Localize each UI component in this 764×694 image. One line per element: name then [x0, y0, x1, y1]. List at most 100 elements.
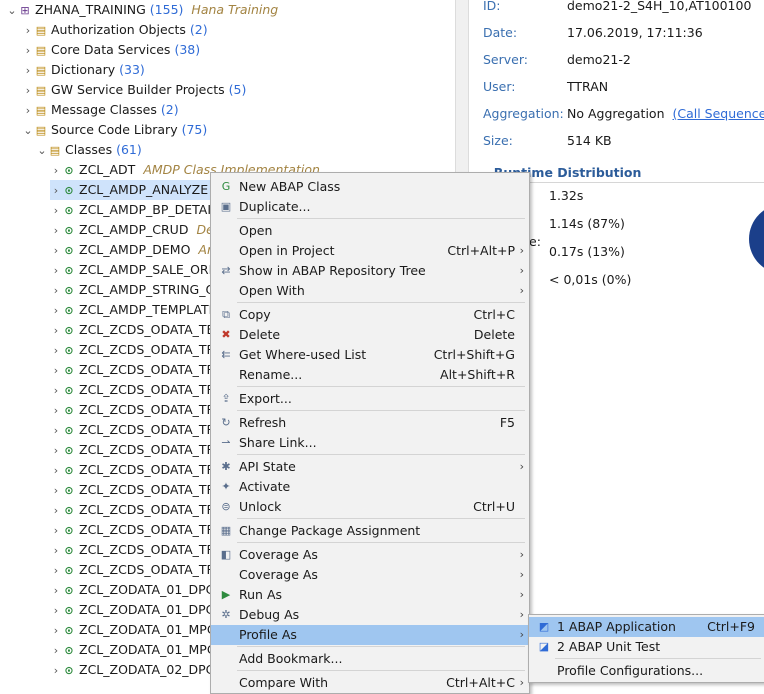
- menu-item-show-in-abap-repository-tree[interactable]: ⇄Show in ABAP Repository Tree›: [211, 261, 529, 281]
- tree-node-class[interactable]: ›⊙ZCL_ZODATA_02_DPCD: [50, 660, 232, 680]
- class-icon: ⊙: [62, 401, 76, 421]
- chevron-right-icon[interactable]: ›: [50, 461, 62, 481]
- chevron-right-icon[interactable]: ›: [22, 21, 34, 41]
- chevron-right-icon[interactable]: ›: [50, 501, 62, 521]
- chevron-down-icon[interactable]: ⌄: [36, 141, 48, 161]
- chevron-right-icon: ›: [520, 673, 524, 693]
- menu-item-export[interactable]: ⇪Export...: [211, 389, 529, 409]
- menu-item-compare-with[interactable]: Compare WithCtrl+Alt+C›: [211, 673, 529, 693]
- menu-item-activate[interactable]: ✦Activate: [211, 477, 529, 497]
- chevron-right-icon[interactable]: ›: [50, 441, 62, 461]
- menu-item-unlock[interactable]: ⊜UnlockCtrl+U: [211, 497, 529, 517]
- tree-node-label: GW Service Builder Projects: [51, 82, 225, 97]
- tree-node-folder[interactable]: ›▤Message Classes(2): [22, 100, 179, 120]
- tree-node-folder[interactable]: ⌄▤Source Code Library(75): [22, 120, 207, 140]
- chevron-right-icon[interactable]: ›: [22, 41, 34, 61]
- menu-item-label: Export...: [239, 389, 292, 409]
- chevron-right-icon[interactable]: ›: [50, 641, 62, 661]
- menu-item-debug-as[interactable]: ✲Debug As›: [211, 605, 529, 625]
- detail-value: No Aggregation: [567, 106, 665, 121]
- menu-item-get-where-used-list[interactable]: ⇇Get Where-used ListCtrl+Shift+G: [211, 345, 529, 365]
- tree-node-desc: Hana Training: [191, 2, 278, 17]
- menu-item-rename[interactable]: Rename...Alt+Shift+R: [211, 365, 529, 385]
- menu-item-profile-as[interactable]: Profile As›: [211, 625, 529, 645]
- tree-node-classes[interactable]: ⌄▤Classes(61): [36, 140, 142, 160]
- tree-node-folder[interactable]: ›▤Authorization Objects(2): [22, 20, 208, 40]
- chevron-right-icon[interactable]: ›: [22, 101, 34, 121]
- chevron-right-icon[interactable]: ›: [50, 541, 62, 561]
- menu-item-coverage-as[interactable]: ◧Coverage As›: [211, 545, 529, 565]
- chevron-right-icon[interactable]: ›: [50, 181, 62, 201]
- submenu-item-3[interactable]: Profile Configurations...: [529, 661, 764, 681]
- chevron-right-icon[interactable]: ›: [50, 361, 62, 381]
- chevron-right-icon[interactable]: ›: [50, 601, 62, 621]
- call-sequence-link[interactable]: (Call Sequence avai: [673, 106, 764, 121]
- submenu-item-2[interactable]: ◪2 ABAP Unit Test: [529, 637, 764, 657]
- chevron-right-icon[interactable]: ›: [50, 281, 62, 301]
- chevron-right-icon[interactable]: ›: [50, 521, 62, 541]
- chevron-right-icon[interactable]: ›: [50, 621, 62, 641]
- package-root-icon: ⊞: [18, 1, 32, 21]
- chevron-right-icon[interactable]: ›: [50, 661, 62, 681]
- chevron-down-icon[interactable]: ⌄: [22, 121, 34, 141]
- menu-item-change-package-assignment[interactable]: ▦Change Package Assignment: [211, 521, 529, 541]
- chevron-right-icon[interactable]: ›: [22, 61, 34, 81]
- tree-node-folder[interactable]: ›▤Dictionary(33): [22, 60, 145, 80]
- tree-node-folder[interactable]: ›▤Core Data Services(38): [22, 40, 200, 60]
- chevron-right-icon[interactable]: ›: [50, 321, 62, 341]
- menu-item-coverage-as[interactable]: Coverage As›: [211, 565, 529, 585]
- tree-node-class[interactable]: ›⊙ZCL_AMDP_DEMOAnal: [50, 240, 226, 260]
- runtime-value: 1.14s (87%): [549, 214, 625, 234]
- chevron-right-icon: ›: [520, 261, 524, 281]
- chevron-right-icon[interactable]: ›: [50, 201, 62, 221]
- detail-field: Size:514 KB: [483, 131, 612, 151]
- chevron-right-icon[interactable]: ›: [50, 561, 62, 581]
- chevron-right-icon[interactable]: ›: [50, 341, 62, 361]
- menu-item-label: Open: [239, 221, 272, 241]
- tree-node-class[interactable]: ›⊙ZCL_AMDP_BP_DETAILC: [50, 200, 235, 220]
- tree-node-label: Source Code Library: [51, 122, 178, 137]
- tree-node-class[interactable]: ›⊙ZCL_AMDP_CRUDDemo: [50, 220, 234, 240]
- menu-item-shortcut: Ctrl+Shift+G: [434, 345, 515, 365]
- submenu-item-1[interactable]: ◩1 ABAP ApplicationCtrl+F9: [529, 617, 764, 637]
- chevron-down-icon[interactable]: ⌄: [6, 1, 18, 21]
- chevron-right-icon[interactable]: ›: [50, 421, 62, 441]
- menu-item-copy[interactable]: ⧉CopyCtrl+C: [211, 305, 529, 325]
- folder-icon: ▤: [34, 101, 48, 121]
- runtime-clipped-label: e:: [529, 232, 541, 252]
- folder-icon: ▤: [34, 21, 48, 41]
- tree-node-count: (2): [190, 22, 208, 37]
- menu-item-run-as[interactable]: ▶Run As›: [211, 585, 529, 605]
- menu-item-shortcut: Alt+Shift+R: [440, 365, 515, 385]
- class-icon: ⊙: [62, 361, 76, 381]
- tree-node-class[interactable]: ›⊙ZCL_ZODATA_01_MPCZ: [50, 620, 232, 640]
- menu-item-delete[interactable]: ✖DeleteDelete: [211, 325, 529, 345]
- chevron-right-icon[interactable]: ›: [50, 581, 62, 601]
- run-icon: ▶: [217, 585, 235, 605]
- tree-node-folder[interactable]: ›▤GW Service Builder Projects(5): [22, 80, 246, 100]
- chevron-right-icon[interactable]: ›: [50, 481, 62, 501]
- menu-item-duplicate[interactable]: ▣Duplicate...: [211, 197, 529, 217]
- menu-item-add-bookmark[interactable]: Add Bookmark...: [211, 649, 529, 669]
- chevron-right-icon[interactable]: ›: [50, 401, 62, 421]
- menu-item-label: 2 ABAP Unit Test: [557, 637, 660, 657]
- menu-item-new-abap-class[interactable]: GNew ABAP Class: [211, 177, 529, 197]
- menu-item-api-state[interactable]: ✱API State›: [211, 457, 529, 477]
- chevron-right-icon[interactable]: ›: [50, 301, 62, 321]
- menu-item-open[interactable]: Open: [211, 221, 529, 241]
- menu-item-share-link[interactable]: ⇀Share Link...: [211, 433, 529, 453]
- menu-item-open-in-project[interactable]: Open in ProjectCtrl+Alt+P›: [211, 241, 529, 261]
- tree-node-class[interactable]: ›⊙ZCL_ZODATA_01_DPCD: [50, 580, 232, 600]
- chevron-right-icon[interactable]: ›: [22, 81, 34, 101]
- runtime-value: 1.32s: [549, 186, 583, 206]
- chevron-right-icon[interactable]: ›: [50, 161, 62, 181]
- tree-node-class[interactable]: ›⊙ZCL_AMDP_TEMPLATEA: [50, 300, 233, 320]
- menu-item-open-with[interactable]: Open With›: [211, 281, 529, 301]
- menu-item-label: Copy: [239, 305, 271, 325]
- chevron-right-icon[interactable]: ›: [50, 221, 62, 241]
- menu-item-refresh[interactable]: ↻RefreshF5: [211, 413, 529, 433]
- tree-node-root[interactable]: ⌄⊞ZHANA_TRAINING(155)Hana Training: [6, 0, 278, 20]
- chevron-right-icon[interactable]: ›: [50, 381, 62, 401]
- chevron-right-icon[interactable]: ›: [50, 241, 62, 261]
- chevron-right-icon[interactable]: ›: [50, 261, 62, 281]
